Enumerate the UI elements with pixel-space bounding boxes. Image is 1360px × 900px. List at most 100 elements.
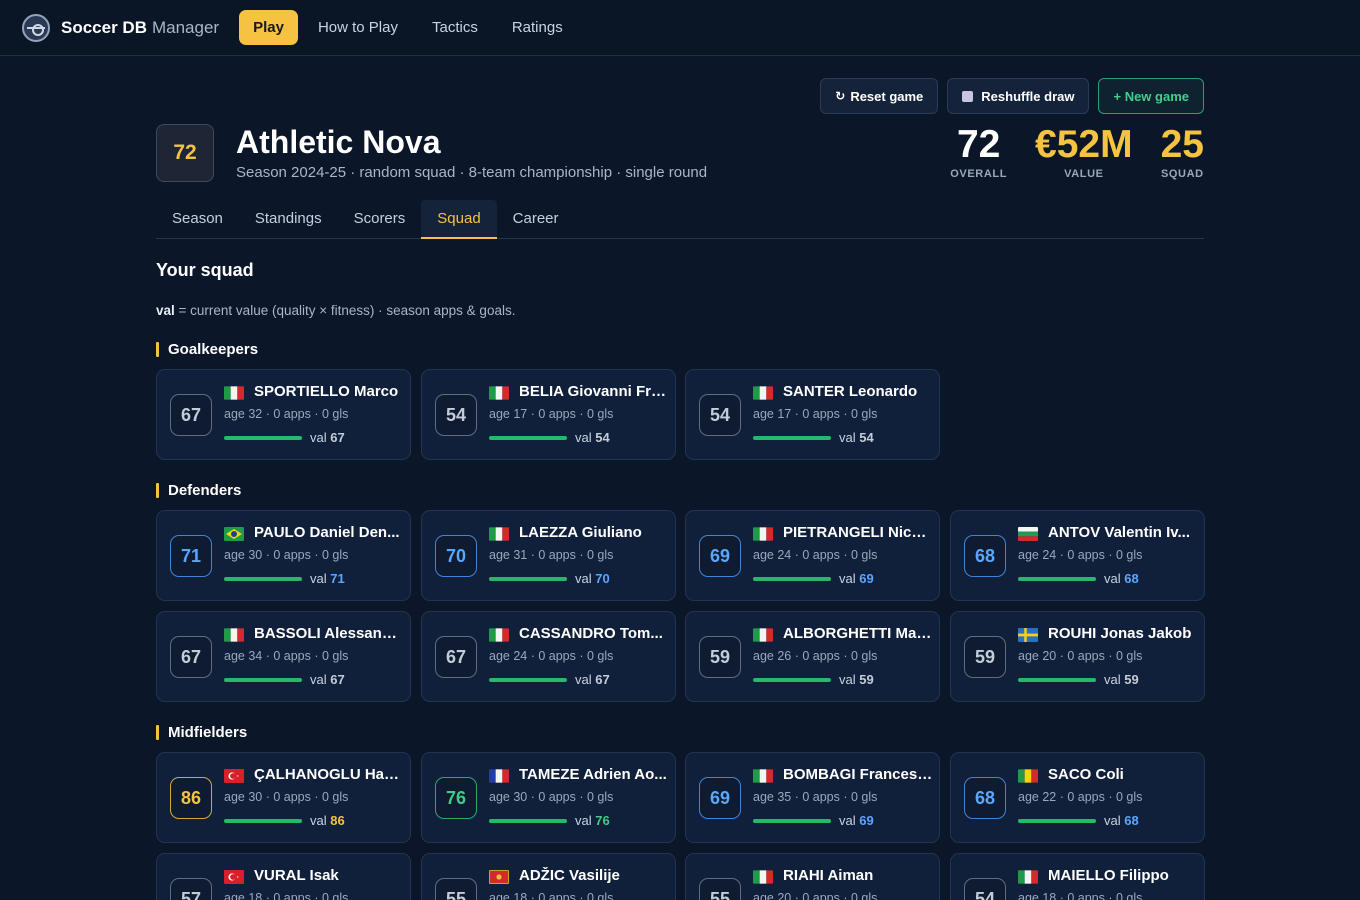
nav-how-to-play[interactable]: How to Play: [304, 10, 412, 45]
player-name: PAULO Daniel Den...: [254, 524, 400, 541]
flag-br-icon: [224, 527, 244, 541]
flag-bg-icon: [1018, 527, 1038, 541]
legend-key: val: [156, 303, 175, 318]
player-card[interactable]: 54 MAIELLO Filippo age 18 · 0 apps · 0 gls…: [950, 853, 1205, 900]
player-card[interactable]: 69 PIETRANGELI Nicola age 24 · 0 apps · 0 …: [685, 510, 940, 601]
player-value-number: 86: [330, 813, 345, 828]
stat-squad-value: 25: [1160, 123, 1204, 166]
tab-scorers[interactable]: Scorers: [338, 200, 422, 239]
flag-it-icon: [1018, 870, 1038, 884]
player-meta: age 30 · 0 apps · 0 gls: [489, 790, 614, 804]
player-card[interactable]: 55RIAHI Aimanage 20 · 0 apps · 0 glsval …: [685, 853, 940, 900]
nav-play[interactable]: Play: [239, 10, 298, 45]
game-actions: ↻ Reset game Reshuffle draw + New game: [820, 78, 1204, 114]
player-value: val 54: [839, 430, 874, 445]
player-rating-badge: 68: [964, 535, 1006, 577]
player-card[interactable]: 59 ROUHI Jonas Jakob age 20 · 0 apps · 0 g…: [950, 611, 1205, 702]
section-tabs: Season Standings Scorers Squad Career: [156, 200, 1204, 239]
player-name: VURAL Isak: [254, 867, 339, 884]
player-card[interactable]: 67 SPORTIELLO Marco age 32 · 0 apps · 0 gl…: [156, 369, 411, 460]
player-meta: age 20 · 0 apps · 0 gls: [1018, 649, 1143, 663]
player-card[interactable]: 67 CASSANDRO Tom... age 24 · 0 apps · 0 gl…: [421, 611, 676, 702]
team-rating-badge: 72: [156, 124, 214, 182]
flag-it-icon: [753, 870, 773, 884]
player-value: val 67: [310, 430, 345, 445]
player-card[interactable]: 59 ALBORGHETTI Mat... age 26 · 0 apps · 0 …: [685, 611, 940, 702]
player-card[interactable]: 54 BELIA Giovanni Fra... age 17 · 0 apps ·…: [421, 369, 676, 460]
player-rating-badge: 57: [170, 878, 212, 900]
player-name: RIAHI Aiman: [783, 867, 874, 884]
player-value-number: 67: [330, 672, 345, 687]
player-value: val 68: [1104, 813, 1139, 828]
stat-overall-label: OVERALL: [950, 168, 1008, 180]
legend-text: = current value (quality × fitness) · se…: [174, 303, 516, 318]
player-value-label: val: [310, 813, 331, 828]
flag-ml-icon: [1018, 769, 1038, 783]
new-game-label: + New game: [1113, 88, 1189, 104]
player-value: val 59: [839, 672, 874, 687]
value-bar: [224, 678, 302, 682]
squad-legend: val = current value (quality × fitness) …: [156, 303, 515, 318]
flag-me-icon: [489, 870, 509, 884]
reset-game-button[interactable]: ↻ Reset game: [820, 78, 939, 114]
nav-ratings[interactable]: Ratings: [498, 10, 577, 45]
player-card[interactable]: 76 TAMEZE Adrien Ao... age 30 · 0 apps · 0…: [421, 752, 676, 843]
player-value-label: val: [575, 430, 596, 445]
player-value-label: val: [310, 571, 331, 586]
flag-it-icon: [753, 769, 773, 783]
player-value-number: 54: [859, 430, 874, 445]
player-card[interactable]: 55ADŽIC Vasilijeage 18 · 0 apps · 0 glsv…: [421, 853, 676, 900]
player-rating-badge: 71: [170, 535, 212, 577]
nav-tactics[interactable]: Tactics: [418, 10, 492, 45]
player-value-number: 70: [595, 571, 610, 586]
player-name: CASSANDRO Tom...: [519, 625, 663, 642]
player-name: SACO Coli: [1048, 766, 1124, 783]
player-card[interactable]: 69 BOMBAGI Francesco age 35 · 0 apps · 0 g…: [685, 752, 940, 843]
player-meta: age 24 · 0 apps · 0 gls: [489, 649, 614, 663]
player-card[interactable]: 54 SANTER Leonardo age 17 · 0 apps · 0 gls…: [685, 369, 940, 460]
player-meta: age 17 · 0 apps · 0 gls: [753, 407, 878, 421]
team-subtitle: Season 2024-25 · random squad · 8-team c…: [236, 164, 708, 181]
brand[interactable]: Soccer DB Manager: [22, 13, 219, 42]
tab-season[interactable]: Season: [156, 200, 239, 239]
player-meta: age 18 · 0 apps · 0 gls: [489, 891, 614, 900]
player-card[interactable]: 68 ANTOV Valentin Iv... age 24 · 0 apps · …: [950, 510, 1205, 601]
reset-game-label: Reset game: [850, 88, 924, 104]
player-meta: age 34 · 0 apps · 0 gls: [224, 649, 349, 663]
player-value-number: 59: [859, 672, 874, 687]
tab-squad[interactable]: Squad: [421, 200, 497, 239]
player-value-number: 54: [595, 430, 610, 445]
player-card[interactable]: 71 PAULO Daniel Den... age 30 · 0 apps · 0…: [156, 510, 411, 601]
player-value-label: val: [1104, 813, 1125, 828]
player-meta: age 32 · 0 apps · 0 gls: [224, 407, 349, 421]
player-name: TAMEZE Adrien Ao...: [519, 766, 667, 783]
player-name: ANTOV Valentin Iv...: [1048, 524, 1190, 541]
group-title-midfielders: Midfielders: [156, 724, 247, 741]
new-game-button[interactable]: + New game: [1098, 78, 1204, 114]
tab-career[interactable]: Career: [497, 200, 575, 239]
player-card[interactable]: 67 BASSOLI Alessandro age 34 · 0 apps · 0 …: [156, 611, 411, 702]
player-name: ALBORGHETTI Mat...: [783, 625, 933, 642]
player-card[interactable]: 70 LAEZZA Giuliano age 31 · 0 apps · 0 gls…: [421, 510, 676, 601]
player-card[interactable]: 57VURAL Isakage 18 · 0 apps · 0 glsval 5…: [156, 853, 411, 900]
player-card[interactable]: 68 SACO Coli age 22 · 0 apps · 0 gls val 68: [950, 752, 1205, 843]
stat-overall: 72 OVERALL: [950, 124, 1008, 181]
player-value-label: val: [839, 571, 860, 586]
player-card[interactable]: 86 ÇALHANOGLU Hak... age 30 · 0 apps · 0 g…: [156, 752, 411, 843]
player-name: MAIELLO Filippo: [1048, 867, 1169, 884]
player-value-label: val: [575, 813, 596, 828]
flag-it-icon: [489, 628, 509, 642]
player-meta: age 30 · 0 apps · 0 gls: [224, 790, 349, 804]
reshuffle-draw-button[interactable]: Reshuffle draw: [947, 78, 1090, 114]
player-name: BELIA Giovanni Fra...: [519, 383, 669, 400]
player-meta: age 35 · 0 apps · 0 gls: [753, 790, 878, 804]
player-value: val 70: [575, 571, 610, 586]
value-bar: [1018, 819, 1096, 823]
player-rating-badge: 59: [699, 636, 741, 678]
player-value-label: val: [310, 430, 331, 445]
tab-standings[interactable]: Standings: [239, 200, 338, 239]
player-value: val 68: [1104, 571, 1139, 586]
flag-it-icon: [753, 628, 773, 642]
value-bar: [489, 678, 567, 682]
stat-squad-label: SQUAD: [1160, 168, 1204, 180]
